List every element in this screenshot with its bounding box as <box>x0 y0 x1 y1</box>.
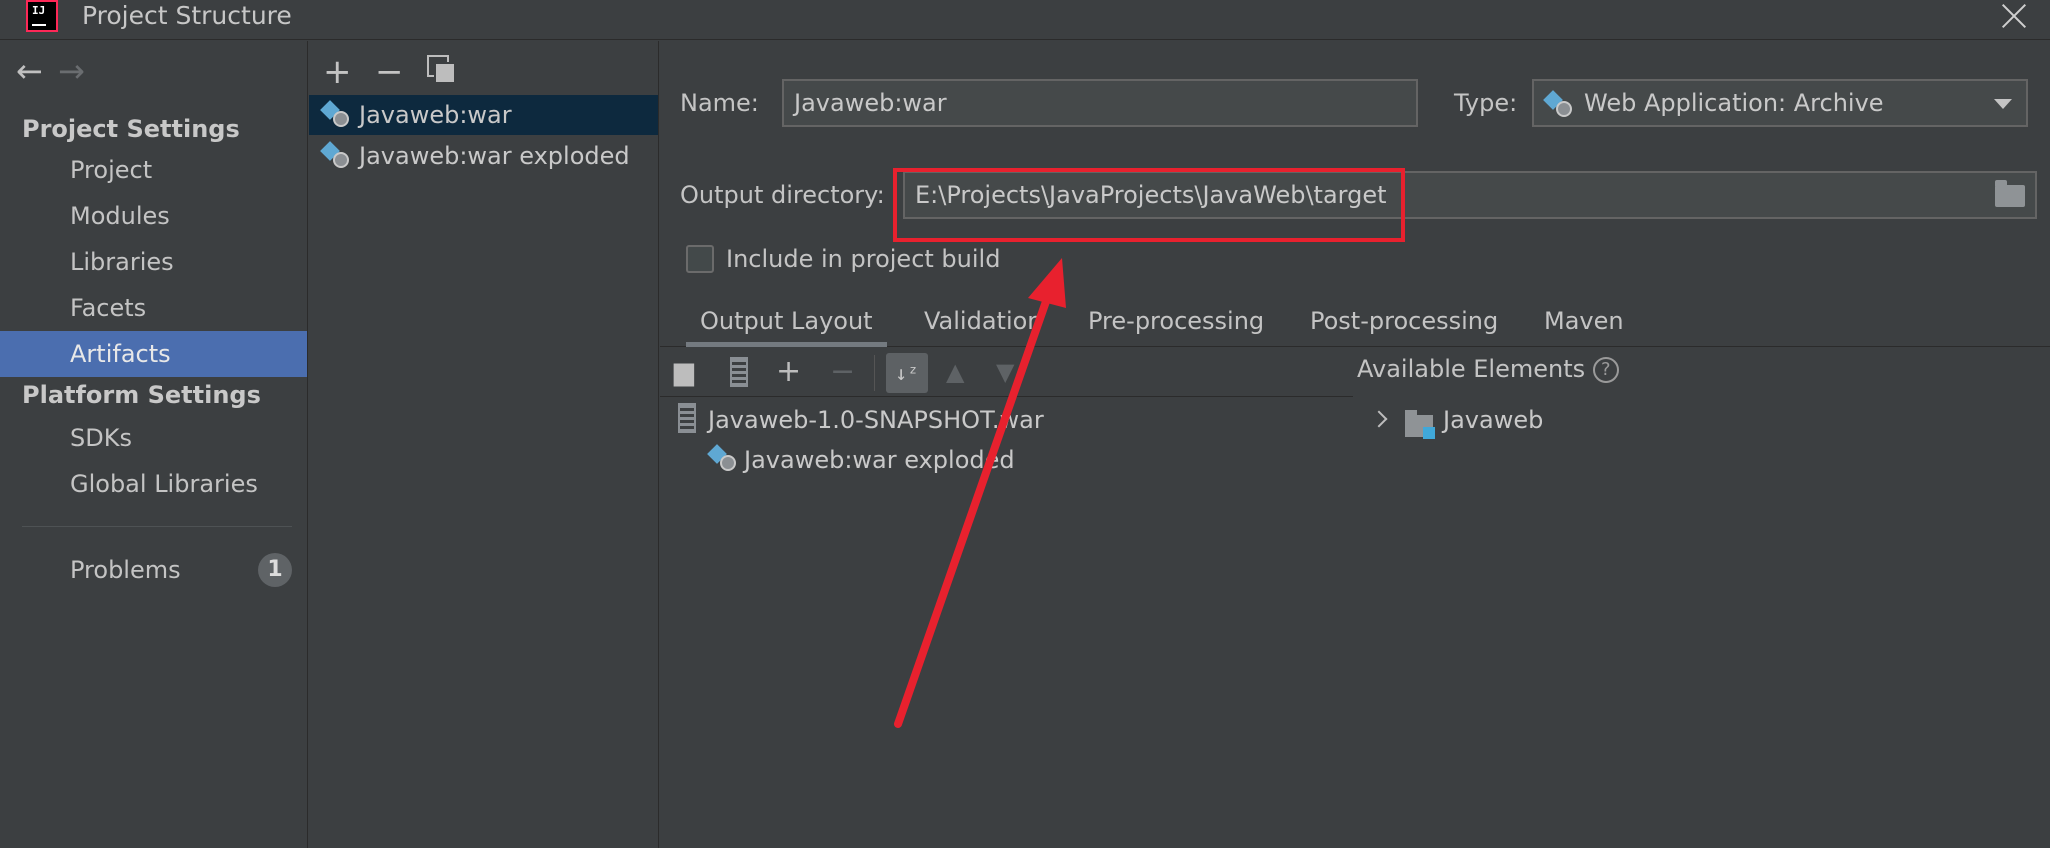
output-layout-panel: ▆ + − ↓ᶻ ▲ ▼ Javaweb-1.0-SNAPSHOT.war Ja… <box>660 347 1353 848</box>
add-element-icon[interactable]: + <box>776 357 801 387</box>
tab-maven[interactable]: Maven <box>1544 299 1624 347</box>
new-directory-icon[interactable]: ▆ <box>674 357 694 387</box>
available-elements-heading: Available Elements ? <box>1357 355 1619 383</box>
add-artifact-button[interactable]: + <box>323 55 352 89</box>
layout-tree-root[interactable]: Javaweb-1.0-SNAPSHOT.war <box>708 405 1044 435</box>
web-artifact-icon <box>707 443 738 473</box>
artifacts-list-panel: + − Javaweb:war Javaweb:war exploded <box>309 41 659 848</box>
web-artifact-icon <box>320 140 351 170</box>
sort-elements-button[interactable]: ↓ᶻ <box>886 353 928 393</box>
sidebar-divider <box>22 526 292 527</box>
include-in-build-label: Include in project build <box>726 245 1001 273</box>
module-folder-icon <box>1405 410 1435 439</box>
artifact-settings-panel: Name: Javaweb:war Type: Web Application:… <box>660 41 2050 848</box>
sidebar-item-facets[interactable]: Facets <box>0 285 307 331</box>
settings-sidebar: ← → Project Settings Project Modules Libr… <box>0 41 308 848</box>
available-elements-label: Available Elements <box>1357 355 1586 383</box>
sidebar-item-global-libraries[interactable]: Global Libraries <box>0 461 307 507</box>
layout-tree-child[interactable]: Javaweb:war exploded <box>744 445 1015 475</box>
web-artifact-icon <box>1543 89 1574 119</box>
sidebar-item-modules[interactable]: Modules <box>0 193 307 239</box>
problems-count-badge: 1 <box>258 553 292 587</box>
artifact-tabs: Output Layout Validation Pre-processing … <box>660 299 2050 347</box>
close-icon[interactable] <box>2000 2 2028 30</box>
artifact-item-war[interactable]: Javaweb:war <box>309 95 658 135</box>
name-label: Name: <box>680 89 759 117</box>
toolbar-separator <box>874 355 875 391</box>
include-in-build-checkbox[interactable] <box>686 245 714 273</box>
layout-toolbar: ▆ + − ↓ᶻ ▲ ▼ <box>660 347 1353 397</box>
artifact-item-label: Javaweb:war <box>359 101 512 129</box>
sidebar-item-libraries[interactable]: Libraries <box>0 239 307 285</box>
move-down-icon[interactable]: ▼ <box>996 357 1014 387</box>
remove-element-icon[interactable]: − <box>830 357 855 387</box>
browse-folder-icon[interactable] <box>1995 180 2025 207</box>
intellij-logo-icon: IJ <box>26 0 58 32</box>
window-title: Project Structure <box>82 1 292 30</box>
help-icon[interactable]: ? <box>1592 357 1619 383</box>
forward-arrow-icon[interactable]: → <box>58 55 100 87</box>
project-settings-heading: Project Settings <box>22 115 240 143</box>
copy-artifact-button[interactable] <box>427 55 456 84</box>
platform-settings-heading: Platform Settings <box>22 381 261 409</box>
web-artifact-icon <box>320 99 351 129</box>
sidebar-item-project[interactable]: Project <box>0 147 307 193</box>
name-field[interactable]: Javaweb:war <box>782 79 1418 127</box>
nav-arrows: ← → <box>16 55 100 87</box>
chevron-right-icon[interactable] <box>1370 410 1388 428</box>
available-item-javaweb[interactable]: Javaweb <box>1443 405 1543 435</box>
tab-pre-processing[interactable]: Pre-processing <box>1088 299 1264 347</box>
artifact-item-war-exploded[interactable]: Javaweb:war exploded <box>309 136 658 176</box>
move-up-icon[interactable]: ▲ <box>946 357 964 387</box>
annotation-highlight-box <box>893 168 1405 242</box>
chevron-down-icon <box>1994 99 2012 109</box>
sidebar-item-sdks[interactable]: SDKs <box>0 415 307 461</box>
tab-post-processing[interactable]: Post-processing <box>1310 299 1498 347</box>
sidebar-item-artifacts[interactable]: Artifacts <box>0 331 307 377</box>
tab-output-layout[interactable]: Output Layout <box>686 299 887 347</box>
type-dropdown[interactable]: Web Application: Archive <box>1532 79 2028 127</box>
create-archive-icon[interactable] <box>730 357 748 387</box>
war-archive-icon <box>678 403 696 433</box>
tab-validation[interactable]: Validation <box>924 299 1043 347</box>
title-bar: IJ Project Structure <box>0 0 2050 40</box>
available-elements-panel: Available Elements ? Javaweb <box>1353 347 2050 848</box>
output-directory-label: Output directory: <box>680 181 885 209</box>
type-value: Web Application: Archive <box>1584 89 1884 117</box>
remove-artifact-button[interactable]: − <box>375 55 404 89</box>
artifact-item-label: Javaweb:war exploded <box>359 142 630 170</box>
back-arrow-icon[interactable]: ← <box>16 55 58 87</box>
type-label: Type: <box>1454 89 1518 117</box>
